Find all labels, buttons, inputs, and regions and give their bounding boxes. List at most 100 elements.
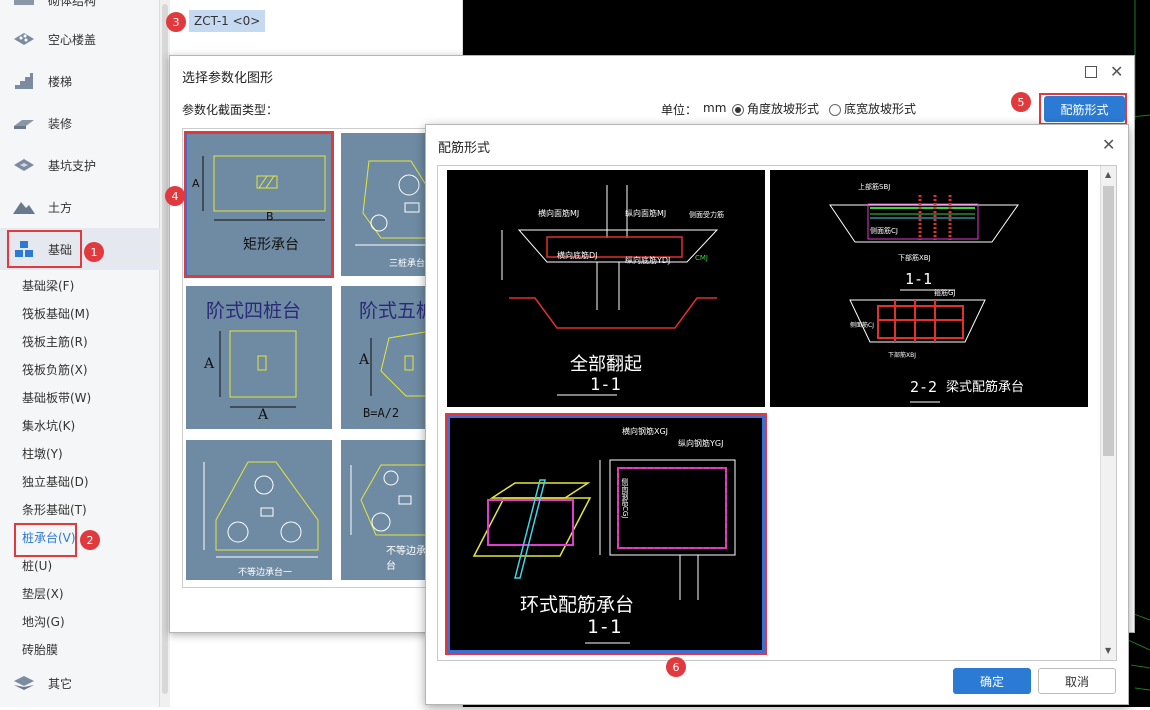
category-label: 砌体结构 (48, 0, 97, 8)
category-label: 装修 (48, 116, 73, 131)
radio-label: 底宽放坡形式 (844, 102, 917, 116)
category-label: 空心楼盖 (48, 32, 97, 47)
dim-a: A (204, 356, 215, 372)
highlight-pile-cap (14, 523, 77, 557)
annotation-6: 6 (666, 657, 686, 677)
highlight-foundation (7, 230, 82, 268)
category-label: 楼梯 (48, 74, 73, 89)
category-other[interactable]: 其它 (0, 662, 160, 704)
sidebar-item-brick-mould[interactable]: 砖胎膜 (22, 641, 58, 658)
close-icon[interactable]: ✕ (1102, 135, 1115, 154)
section-type-label: 参数化截面类型： (182, 103, 279, 117)
earthwork-icon (10, 196, 38, 218)
shape-tile-unequal-cap-1[interactable]: 不等边承台一 (186, 440, 332, 580)
highlight-rebar-button (1039, 93, 1127, 125)
annotation-4: 4 (165, 186, 185, 206)
sidebar-item-strip-footing[interactable]: 条形基础(T) (22, 501, 87, 518)
sidebar-item-pile[interactable]: 桩(U) (22, 557, 52, 574)
sidebar-item-foundation-strip[interactable]: 基础板带(W) (22, 389, 91, 406)
radio-icon (732, 103, 744, 116)
dim-a: A (359, 352, 370, 368)
dim-b: B=A/2 (363, 406, 400, 420)
shape-tile-unequal-cap[interactable]: 不等边承台 (341, 440, 431, 580)
annotation-2: 2 (80, 530, 100, 550)
tile-title: 不等边承台一 (238, 568, 293, 578)
tile-title: 阶式四桩台 (206, 300, 302, 322)
radio-label: 角度放坡形式 (747, 102, 820, 116)
sidebar-item-raft-neg-rebar[interactable]: 筏板负筋(X) (22, 361, 88, 378)
scrollbar-thumb[interactable] (162, 4, 168, 694)
rebar-label: 下部筋XBJ (888, 352, 916, 359)
scroll-up-icon[interactable]: ▲ (1105, 170, 1111, 179)
rebar-label: 侧面筋CJ (850, 322, 874, 329)
sidebar-item-raft[interactable]: 筏板基础(M) (22, 305, 90, 322)
selection-border (186, 133, 332, 276)
unit-value: mm (703, 101, 727, 115)
rebar-label: 横向面筋MJ (538, 209, 580, 218)
pic-caption: 全部翻起 (570, 354, 642, 375)
annotation-3: 3 (166, 12, 186, 32)
rebar-label: 横向底筋DJ (557, 251, 598, 260)
dim-b: A (258, 407, 269, 423)
dialog-title: 配筋形式 (438, 141, 491, 156)
highlight-ring-type (445, 413, 767, 655)
annotation-1: 1 (84, 242, 104, 262)
category-stairs[interactable]: 楼梯 (0, 60, 160, 102)
pit-support-icon (10, 154, 38, 176)
radio-angle-slope[interactable]: 角度放坡形式 (732, 100, 819, 117)
section-label: 1-1 (590, 375, 621, 395)
maximize-icon[interactable] (1085, 66, 1097, 78)
section-label: 2-2 (910, 378, 938, 396)
rebar-label: 箍筋GJ (934, 289, 956, 297)
rebar-label: 侧面受力筋 (689, 211, 724, 219)
shape-tile-three-pile[interactable]: 三桩承台 (341, 133, 431, 276)
tile-title: 三桩承台 (389, 259, 426, 269)
decoration-icon (10, 112, 38, 134)
left-sidebar: 砌体结构 空心楼盖 楼梯 装修 基坑支护 土方 基础 基础梁(F) 筏板基础(M… (0, 0, 160, 707)
category-hollow-slab[interactable]: 空心楼盖 (0, 18, 160, 60)
rebar-label: CMJ (695, 254, 708, 262)
ok-button[interactable]: 确定 (953, 668, 1031, 694)
rebar-label: 下部筋XBJ (898, 254, 931, 262)
rebar-label: 侧面筋CJ (870, 227, 898, 235)
category-pit-support[interactable]: 基坑支护 (0, 144, 160, 186)
rebar-label: 纵向面筋MJ (625, 209, 667, 218)
close-icon[interactable]: ✕ (1110, 62, 1123, 81)
shape-tile-step-five-pile[interactable]: 阶式五桩台 A B=A/2 (341, 286, 431, 429)
category-label: 土方 (48, 200, 73, 215)
rebar-form-dialog: 配筋形式 ✕ ▲ ▼ 横向面筋MJ 纵向面筋MJ 横向底筋DJ 纵向底筋YDJ … (425, 124, 1129, 705)
sidebar-item-cushion[interactable]: 垫层(X) (22, 585, 64, 602)
wall-icon (10, 0, 38, 11)
radio-icon (829, 103, 841, 116)
category-decoration[interactable]: 装修 (0, 102, 160, 144)
sidebar-item-isolated-footing[interactable]: 独立基础(D) (22, 473, 89, 490)
annotation-5: 5 (1011, 92, 1031, 112)
rebar-label: 纵向底筋YDJ (625, 256, 671, 265)
rebar-label: 上部筋SBJ (858, 183, 891, 191)
category-label: 基坑支护 (48, 158, 97, 173)
section-label: 1-1 (905, 270, 933, 288)
unit-label: 单位： (661, 103, 698, 117)
rebar-option-beam-type[interactable]: 上部筋SBJ 侧面筋CJ 下部筋XBJ 箍筋GJ 侧面筋CJ 下部筋XBJ 1-… (770, 170, 1088, 407)
shape-tile-step-four-pile[interactable]: 阶式四桩台 A A (186, 286, 332, 429)
scrollbar-thumb[interactable] (1103, 186, 1114, 456)
sidebar-item-raft-main-rebar[interactable]: 筏板主筋(R) (22, 333, 88, 350)
other-icon (10, 672, 38, 694)
radio-width-slope[interactable]: 底宽放坡形式 (829, 100, 916, 117)
rebar-option-all-bent-up[interactable]: 横向面筋MJ 纵向面筋MJ 横向底筋DJ 纵向底筋YDJ 侧面受力筋 CMJ 全… (447, 170, 765, 407)
tile-title: 阶式五桩台 (359, 300, 431, 322)
element-tag[interactable]: ZCT-1 <0> (189, 10, 266, 32)
pic-caption: 梁式配筋承台 (946, 380, 1025, 395)
cancel-button[interactable]: 取消 (1038, 668, 1116, 694)
sidebar-item-foundation-beam[interactable]: 基础梁(F) (22, 277, 74, 294)
stairs-icon (10, 70, 38, 92)
hollow-slab-icon (10, 28, 38, 50)
dialog-title: 选择参数化图形 (182, 71, 274, 86)
sidebar-item-sump[interactable]: 集水坑(K) (22, 417, 75, 434)
scroll-down-icon[interactable]: ▼ (1105, 646, 1111, 655)
category-earthwork[interactable]: 土方 (0, 186, 160, 228)
sidebar-item-trench[interactable]: 地沟(G) (22, 613, 65, 630)
gallery-scrollbar[interactable]: ▲ ▼ (1100, 166, 1116, 660)
category-label: 其它 (48, 676, 73, 691)
sidebar-item-column-pier[interactable]: 柱墩(Y) (22, 445, 63, 462)
